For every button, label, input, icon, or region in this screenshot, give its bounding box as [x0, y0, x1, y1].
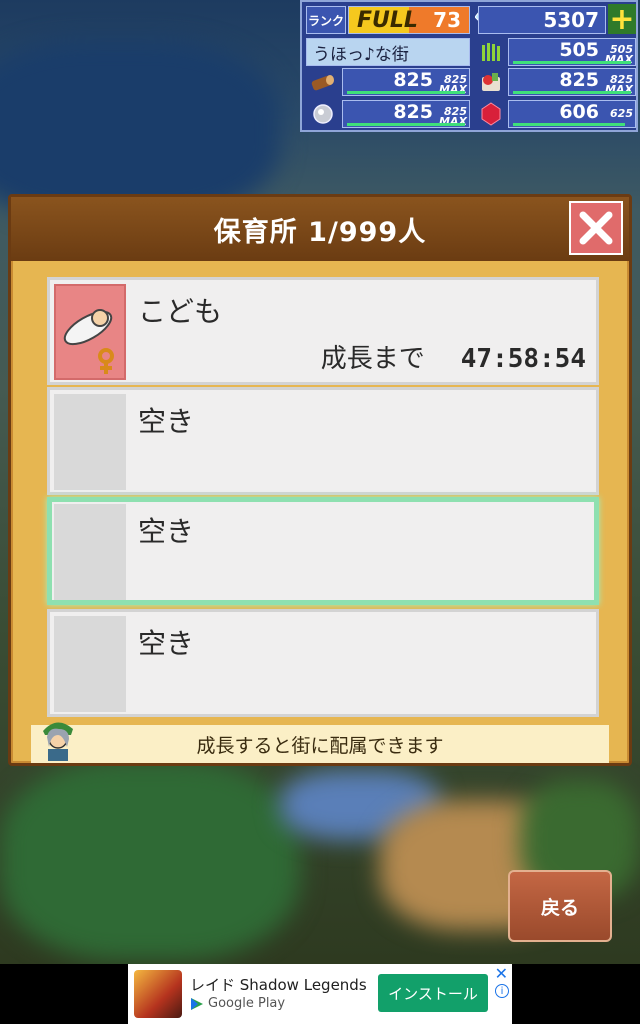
back-label: 戻る	[540, 896, 579, 919]
nursery-dialog: 保育所 1/999人 こども 成長まで 47:58:54 空き 空き 空き 成長す…	[8, 194, 632, 766]
status-hud: ランク FULL 73 5307 + うほっ♪な街 505 505 MAX 825…	[300, 0, 638, 132]
gem-count: 5307	[478, 6, 606, 34]
wood-resource: 825 825 MAX	[342, 68, 470, 96]
close-button[interactable]	[569, 201, 623, 255]
ad-close-icon[interactable]: ✕	[495, 964, 508, 983]
rank-status: FULL	[357, 7, 418, 33]
close-icon	[579, 211, 613, 245]
wheat-value: 505	[559, 39, 599, 61]
hint-text: 成長すると街に配属できます	[196, 734, 444, 757]
ruby-bar	[513, 123, 625, 126]
plus-icon: +	[609, 1, 635, 37]
town-name: うほっ♪な街	[306, 38, 470, 66]
ore-icon	[308, 100, 338, 128]
food-resource: 825 825 MAX	[508, 68, 636, 96]
nursery-slot-empty[interactable]: 空き	[47, 387, 599, 495]
rank-meter: FULL 73	[348, 6, 470, 34]
google-play-icon	[191, 997, 203, 1010]
rank-label: ランク	[306, 6, 346, 34]
nursery-slot-empty-selected[interactable]: 空き	[47, 497, 599, 605]
rank-value: 73	[433, 8, 461, 32]
ad-title: レイド Shadow Legends	[190, 976, 367, 994]
wheat-bar	[513, 61, 631, 64]
dialog-title: 保育所 1/999人	[213, 216, 427, 248]
hint-bar: 成長すると街に配属できます	[31, 722, 609, 763]
food-bar	[513, 91, 631, 94]
slot-name: 空き	[138, 405, 195, 438]
food-icon	[476, 68, 506, 96]
app-icon	[134, 970, 182, 1018]
female-symbol-icon	[98, 348, 114, 374]
bg-blob	[0, 40, 280, 220]
ad-store: Google Play	[190, 996, 285, 1011]
wood-bar	[347, 91, 465, 94]
ore-bar	[347, 123, 465, 126]
slot-name: こども	[138, 295, 223, 328]
ad-banner-area: レイド Shadow Legends Google Play インストール ✕ …	[0, 964, 640, 1024]
install-button[interactable]: インストール	[378, 974, 488, 1012]
slot-name: 空き	[138, 627, 195, 660]
ad-info-icon[interactable]: i	[495, 984, 509, 998]
wood-value: 825	[393, 69, 433, 91]
baby-icon	[54, 284, 126, 380]
growth-timer: 成長まで 47:58:54	[321, 338, 586, 375]
ore-value: 825	[393, 101, 433, 123]
nursery-slot-empty[interactable]: 空き	[47, 609, 599, 717]
ruby-value: 606	[559, 101, 599, 123]
wood-icon	[308, 68, 338, 96]
add-gems-button[interactable]: +	[608, 1, 636, 37]
ruby-resource: 606 625	[508, 100, 636, 128]
nursery-slot-child[interactable]: こども 成長まで 47:58:54	[47, 277, 599, 385]
ruby-max: 625	[610, 107, 633, 120]
empty-thumbnail	[54, 394, 126, 490]
dialog-header: 保育所 1/999人	[11, 197, 629, 261]
back-button[interactable]: 戻る	[508, 870, 612, 942]
wheat-resource: 505 505 MAX	[508, 38, 636, 66]
ad-banner[interactable]: レイド Shadow Legends Google Play インストール ✕ …	[128, 964, 512, 1024]
bg-blob	[0, 760, 300, 960]
empty-thumbnail	[54, 616, 126, 712]
wheat-icon	[476, 38, 506, 66]
growth-label: 成長まで	[320, 344, 425, 374]
timer-value: 47:58:54	[460, 344, 586, 374]
ore-resource: 825 825 MAX	[342, 100, 470, 128]
food-value: 825	[559, 69, 599, 91]
ruby-icon	[476, 100, 506, 128]
empty-thumbnail	[54, 504, 126, 600]
slot-name: 空き	[138, 515, 195, 548]
advisor-avatar-icon	[37, 717, 79, 761]
